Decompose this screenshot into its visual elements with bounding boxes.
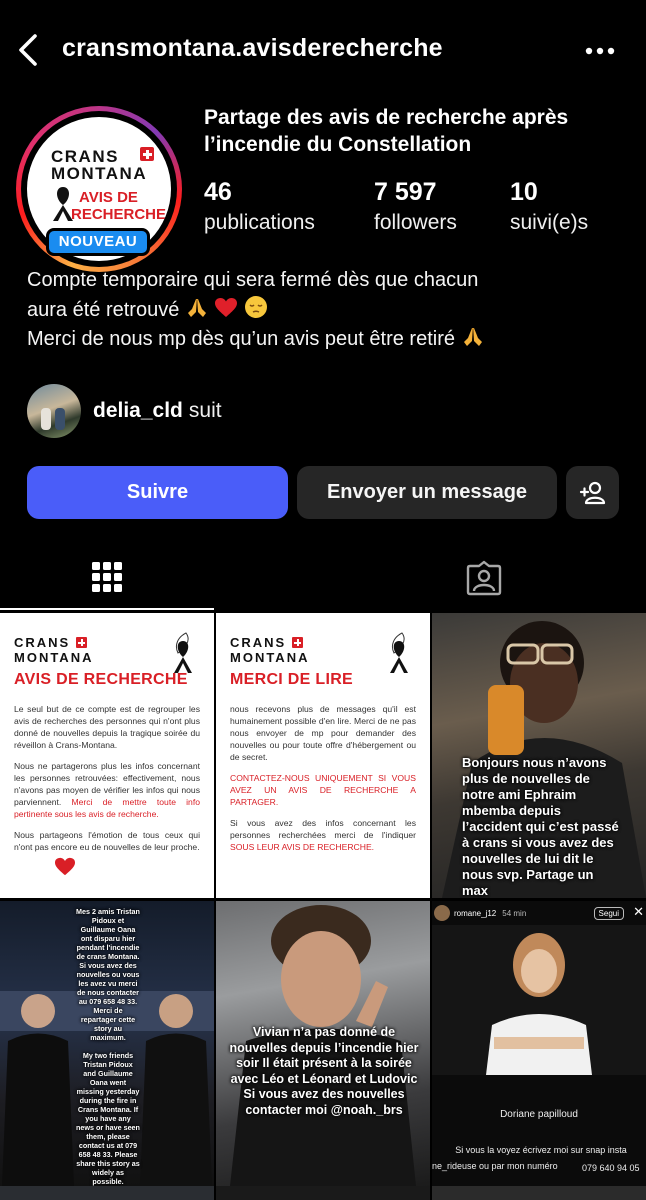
story-caption-2: ne_rideuse ou par mon numéro <box>432 1161 558 1171</box>
profile-bio: Compte temporaire qui sera fermé dès que… <box>27 266 627 354</box>
post-missing-ephraim[interactable]: Bonjours nous n’avons plus de nouvelles … <box>432 613 646 898</box>
story-phone: 079 640 94 05 <box>582 1163 640 1173</box>
praying-hands-icon <box>187 299 206 317</box>
new-badge: NOUVEAU <box>46 228 150 256</box>
tab-tagged[interactable] <box>377 546 591 610</box>
post-caption-fr: Mes 2 amis Tristan Pidoux et Guillaume O… <box>76 907 140 1042</box>
person-photo <box>432 925 646 1075</box>
more-icon <box>585 47 615 55</box>
post-missing-vivian[interactable]: Vivian n’a pas donné de nouvelles depuis… <box>216 901 430 1186</box>
grid-icon <box>92 562 122 592</box>
red-heart-icon <box>215 298 238 317</box>
posts-stat[interactable]: 46 publications <box>204 178 315 235</box>
post-title: MERCI DE LIRE <box>230 671 354 688</box>
bio-line-3: Merci de nous mp dès qu’un avis peut êtr… <box>27 328 455 350</box>
follow-button[interactable]: Suivre <box>27 466 288 519</box>
logo-recherche: RECHERCHE <box>71 206 167 223</box>
followers-label: followers <box>374 211 457 234</box>
post-brand-montana: MONTANA <box>230 650 310 665</box>
story-avatar <box>434 905 450 921</box>
post-body: nous recevons plus de messages qu'il est… <box>230 703 416 862</box>
chevron-left-icon <box>19 34 37 66</box>
back-button[interactable] <box>10 30 46 70</box>
follower-username: delia_cld <box>93 399 183 422</box>
top-bar: cransmontana.avisderecherche <box>0 0 646 100</box>
grid-next-row <box>0 1186 646 1200</box>
post-avis-de-recherche[interactable]: CRANS MONTANA AVIS DE RECHERCHE Le seul … <box>0 613 214 898</box>
profile-avatar[interactable]: CRANS MONTANA AVIS DE RECHERCHE NOUVEAU <box>16 106 182 272</box>
missing-person-name: Doriane papilloud <box>500 1109 578 1120</box>
pensive-face-icon <box>245 296 268 318</box>
post-brand-montana: MONTANA <box>14 650 94 665</box>
post-highlight: CONTACTEZ-NOUS UNIQUEMENT SI VOUS AVEZ U… <box>230 773 416 807</box>
post-paragraph: Le seul but de ce compte est de regroupe… <box>14 704 200 750</box>
story-follow-button[interactable]: Segui <box>593 906 624 920</box>
black-ribbon-icon <box>390 632 408 673</box>
follower-avatar <box>27 384 81 438</box>
swiss-cross-icon <box>76 637 87 648</box>
post-paragraph: Si vous avez des infos concernant les pe… <box>230 818 416 840</box>
follows-label: suit <box>188 399 222 422</box>
red-heart-icon <box>55 857 75 876</box>
post-caption: Vivian n’a pas donné de nouvelles depuis… <box>229 1025 419 1117</box>
logo-avis-de: AVIS DE <box>79 189 138 206</box>
logo-montana: MONTANA <box>51 164 148 183</box>
story-caption-1: Si vous la voyez écrivez moi sur snap in… <box>455 1145 627 1155</box>
story-header: romane_j12 54 min Segui ✕ <box>432 901 646 925</box>
posts-label: publications <box>204 211 315 234</box>
praying-hands-icon <box>463 328 482 346</box>
post-caption: Bonjours nous n’avons plus de nouvelles … <box>462 755 619 898</box>
posts-count: 46 <box>204 178 232 206</box>
more-options-button[interactable] <box>582 36 618 66</box>
black-ribbon-icon <box>174 632 192 673</box>
tagged-person-icon <box>466 560 502 596</box>
post-merci-de-lire[interactable]: CRANS MONTANA MERCI DE LIRE nous recevon… <box>216 613 430 898</box>
post-title: AVIS DE RECHERCHE <box>14 671 188 688</box>
followers-count: 7 597 <box>374 178 437 206</box>
post-missing-tristan-guillaume[interactable]: Mes 2 amis Tristan Pidoux et Guillaume O… <box>0 901 214 1186</box>
message-button[interactable]: Envoyer un message <box>297 466 557 519</box>
post-paragraph: nous recevons plus de messages qu'il est… <box>230 704 416 762</box>
story-username: romane_j12 <box>454 908 497 918</box>
post-caption-en: My two friends Tristan Pidoux and Guilla… <box>76 1051 140 1186</box>
post-missing-doriane[interactable]: romane_j12 54 min Segui ✕ Doriane papill… <box>432 901 646 1186</box>
post-paragraph: Nous partageons l'émotion de tous ceux q… <box>14 830 200 852</box>
add-person-icon <box>579 481 605 504</box>
close-icon[interactable]: ✕ <box>633 904 644 920</box>
post-highlight: SOUS LEUR AVIS DE RECHERCHE. <box>230 842 375 852</box>
following-count: 10 <box>510 178 538 206</box>
post-body: Le seul but de ce compte est de regroupe… <box>14 703 200 862</box>
profile-tabs <box>0 546 646 610</box>
suggested-users-button[interactable] <box>566 466 619 519</box>
bio-line-1: Compte temporaire qui sera fermé dès que… <box>27 269 479 291</box>
profile-username: cransmontana.avisderecherche <box>62 34 443 62</box>
story-time: 54 min <box>502 908 527 918</box>
following-label: suivi(e)s <box>510 211 589 234</box>
bio-line-2: aura été retrouvé <box>27 299 180 321</box>
swiss-cross-icon <box>292 637 303 648</box>
swiss-cross-icon <box>140 147 154 161</box>
followed-by-row[interactable]: delia_cld suit <box>27 383 222 439</box>
following-stat[interactable]: 10 suivi(e)s <box>510 178 588 235</box>
profile-display-name: Partage des avis de recherche après l’in… <box>204 106 569 156</box>
tab-posts-grid[interactable] <box>0 546 214 610</box>
followers-stat[interactable]: 7 597 followers <box>374 178 457 235</box>
